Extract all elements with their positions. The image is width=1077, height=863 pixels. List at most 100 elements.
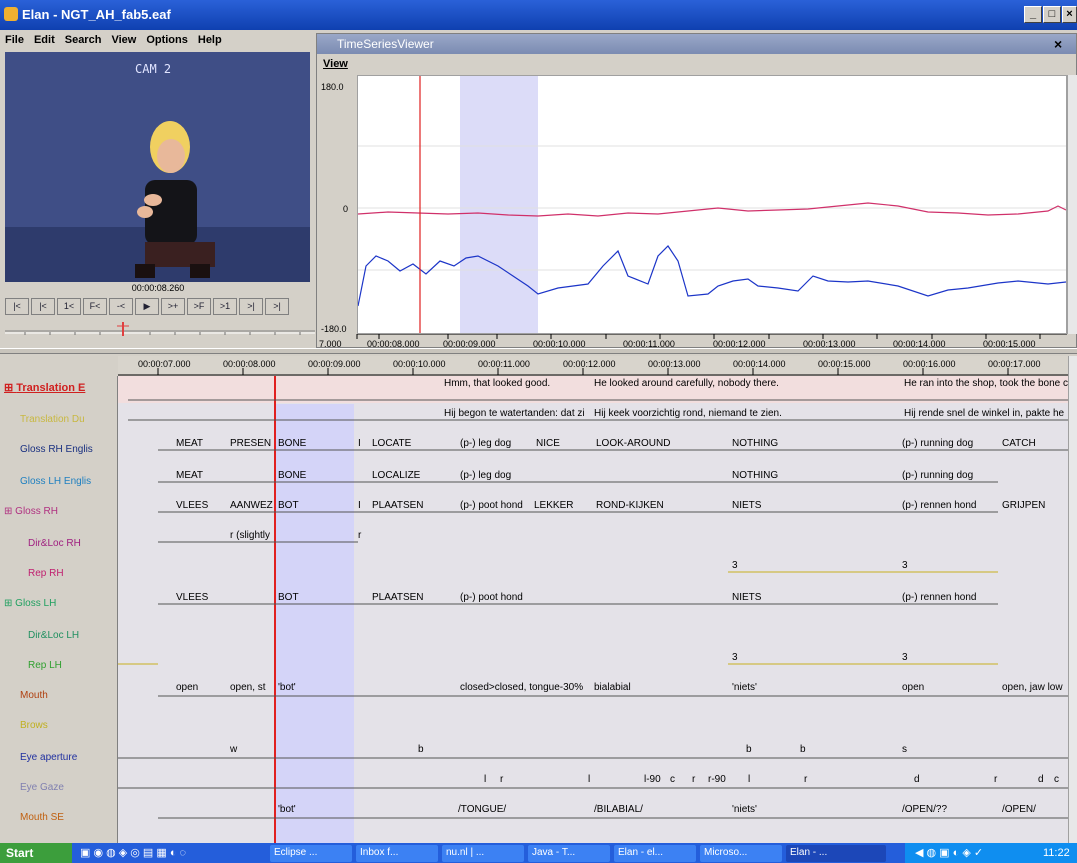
annotation[interactable]: open [176,682,198,693]
annotation[interactable]: CATCH [1002,438,1036,449]
close-button[interactable]: × [1062,6,1077,23]
annotation[interactable]: r [500,774,503,785]
annotation[interactable]: /TONGUE/ [458,804,506,815]
annotation[interactable]: 3 [732,652,738,663]
go-to-end-button[interactable]: >| [265,298,289,315]
annotation[interactable]: PLAATSEN [372,500,424,511]
annotation[interactable]: He looked around carefully, nobody there… [594,378,779,389]
annotation[interactable]: BONE [278,470,306,481]
annotation[interactable]: (p-) running dog [902,470,973,481]
annotation[interactable]: (p-) leg dog [460,470,511,481]
tier-name-mouth[interactable]: Mouth [20,690,48,701]
annotation[interactable]: bialabial [594,682,631,693]
annotation[interactable]: r (slightly [230,530,270,541]
annotation[interactable]: LOOK-AROUND [596,438,670,449]
step-back-ms-button[interactable]: -< [109,298,133,315]
step-forward-frame-button[interactable]: >F [187,298,211,315]
annotation[interactable]: Hij begon te watertanden: dat zi [444,408,585,419]
menu-search[interactable]: Search [60,31,107,49]
annotation[interactable]: NIETS [732,592,761,603]
tier-name-dirloc-rh[interactable]: Dir&Loc RH [28,538,81,549]
annotation[interactable]: d [1038,774,1044,785]
minimize-button[interactable]: _ [1024,6,1042,23]
annotation[interactable]: 3 [732,560,738,571]
annotation[interactable]: (p-) poot hond [460,500,523,511]
annotation[interactable]: /BILABIAL/ [594,804,643,815]
annotation[interactable]: r [358,530,361,541]
annotation[interactable]: r [804,774,807,785]
annotation[interactable]: open, jaw low [1002,682,1063,693]
taskbar-item-elan-active[interactable]: Elan - ... [786,845,886,862]
tier-name-rep-rh[interactable]: Rep RH [28,568,64,579]
quick-launch-icons[interactable]: ▣ ◉ ◍ ◈ ◎ ▤ ▦ ◐ ◌ [80,846,250,861]
video-viewer[interactable]: CAM 2 [5,52,310,282]
tier-name-eye-gaze[interactable]: Eye Gaze [20,782,64,793]
splitter[interactable] [0,348,1077,354]
annotation[interactable]: /OPEN/?? [902,804,947,815]
taskbar-item-microsoft[interactable]: Microso... [700,845,782,862]
taskbar-item-java[interactable]: Java - T... [528,845,610,862]
annotation-area[interactable]: Hmm, that looked good. He looked around … [118,376,1068,843]
menu-edit[interactable]: Edit [29,31,60,49]
annotation[interactable]: MEAT [176,470,203,481]
step-back-frame-button[interactable]: F< [83,298,107,315]
annotation[interactable]: r-90 [708,774,726,785]
annotation[interactable]: NIETS [732,500,761,511]
annotation[interactable]: BOT [278,500,299,511]
taskbar-item-nunl[interactable]: nu.nl | ... [442,845,524,862]
annotation[interactable]: BONE [278,438,306,449]
step-forward-ms-button[interactable]: >+ [161,298,185,315]
annotation[interactable]: c [670,774,675,785]
annotation[interactable]: LEKKER [534,500,573,511]
annotation[interactable]: Hmm, that looked good. [444,378,550,389]
menu-file[interactable]: File [0,31,29,49]
annotation[interactable]: I [358,438,361,449]
annotation[interactable]: (p-) poot hond [460,592,523,603]
tier-name-mouth-se[interactable]: Mouth SE [20,812,64,823]
annotation[interactable]: NICE [536,438,560,449]
annotation[interactable]: 'bot' [278,682,296,693]
previous-scrollview-button[interactable]: |< [31,298,55,315]
annotation[interactable]: Hij keek voorzichtig rond, niemand te zi… [594,408,782,419]
tier-name-gloss-rh-english[interactable]: Gloss RH Englis [20,444,93,455]
annotation[interactable]: l [484,774,486,785]
timeline-ruler[interactable]: 00:00:07.000 00:00:08.000 00:00:09.000 0… [118,356,1068,376]
annotation[interactable]: He ran into the shop, took the bone c [904,378,1068,389]
annotation[interactable]: l-90 [644,774,661,785]
annotation[interactable]: r [692,774,695,785]
tier-name-gloss-rh[interactable]: ⊞ Gloss RH [4,506,58,517]
taskbar-item-inbox[interactable]: Inbox f... [356,845,438,862]
annotation[interactable]: l [748,774,750,785]
annotation[interactable]: b [746,744,752,755]
next-scrollview-button[interactable]: >| [239,298,263,315]
annotation[interactable]: w [230,744,237,755]
step-forward-pixel-button[interactable]: >1 [213,298,237,315]
menu-help[interactable]: Help [193,31,227,49]
annotation[interactable]: 'niets' [732,804,757,815]
annotation[interactable]: Hij rende snel de winkel in, pakte he [904,408,1064,419]
annotation[interactable]: closed>closed, tongue-30% [460,682,583,693]
tsv-vertical-scrollbar[interactable] [1067,75,1077,334]
tier-name-translation-e[interactable]: ⊞ Translation E [4,381,85,394]
annotation[interactable]: (p-) rennen hond [902,592,977,603]
annotation[interactable]: open [902,682,924,693]
maximize-button[interactable]: □ [1043,6,1061,23]
annotation[interactable]: 3 [902,560,908,571]
annotation[interactable]: r [994,774,997,785]
menu-view[interactable]: View [106,31,141,49]
annotation[interactable]: s [902,744,907,755]
tier-name-rep-lh[interactable]: Rep LH [28,660,62,671]
annotation[interactable]: LOCATE [372,438,411,449]
annotation[interactable]: ROND-KIJKEN [596,500,664,511]
annotation[interactable]: VLEES [176,592,208,603]
annotation[interactable]: BOT [278,592,299,603]
tier-name-brows[interactable]: Brows [20,720,48,731]
annotation[interactable]: (p-) running dog [902,438,973,449]
taskbar-item-eclipse[interactable]: Eclipse ... [270,845,352,862]
tier-name-gloss-lh[interactable]: ⊞ Gloss LH [4,598,56,609]
annotation[interactable]: 'niets' [732,682,757,693]
annotation[interactable]: b [418,744,424,755]
annotation[interactable]: 'bot' [278,804,296,815]
menu-options[interactable]: Options [141,31,193,49]
annotation[interactable]: I [358,500,361,511]
